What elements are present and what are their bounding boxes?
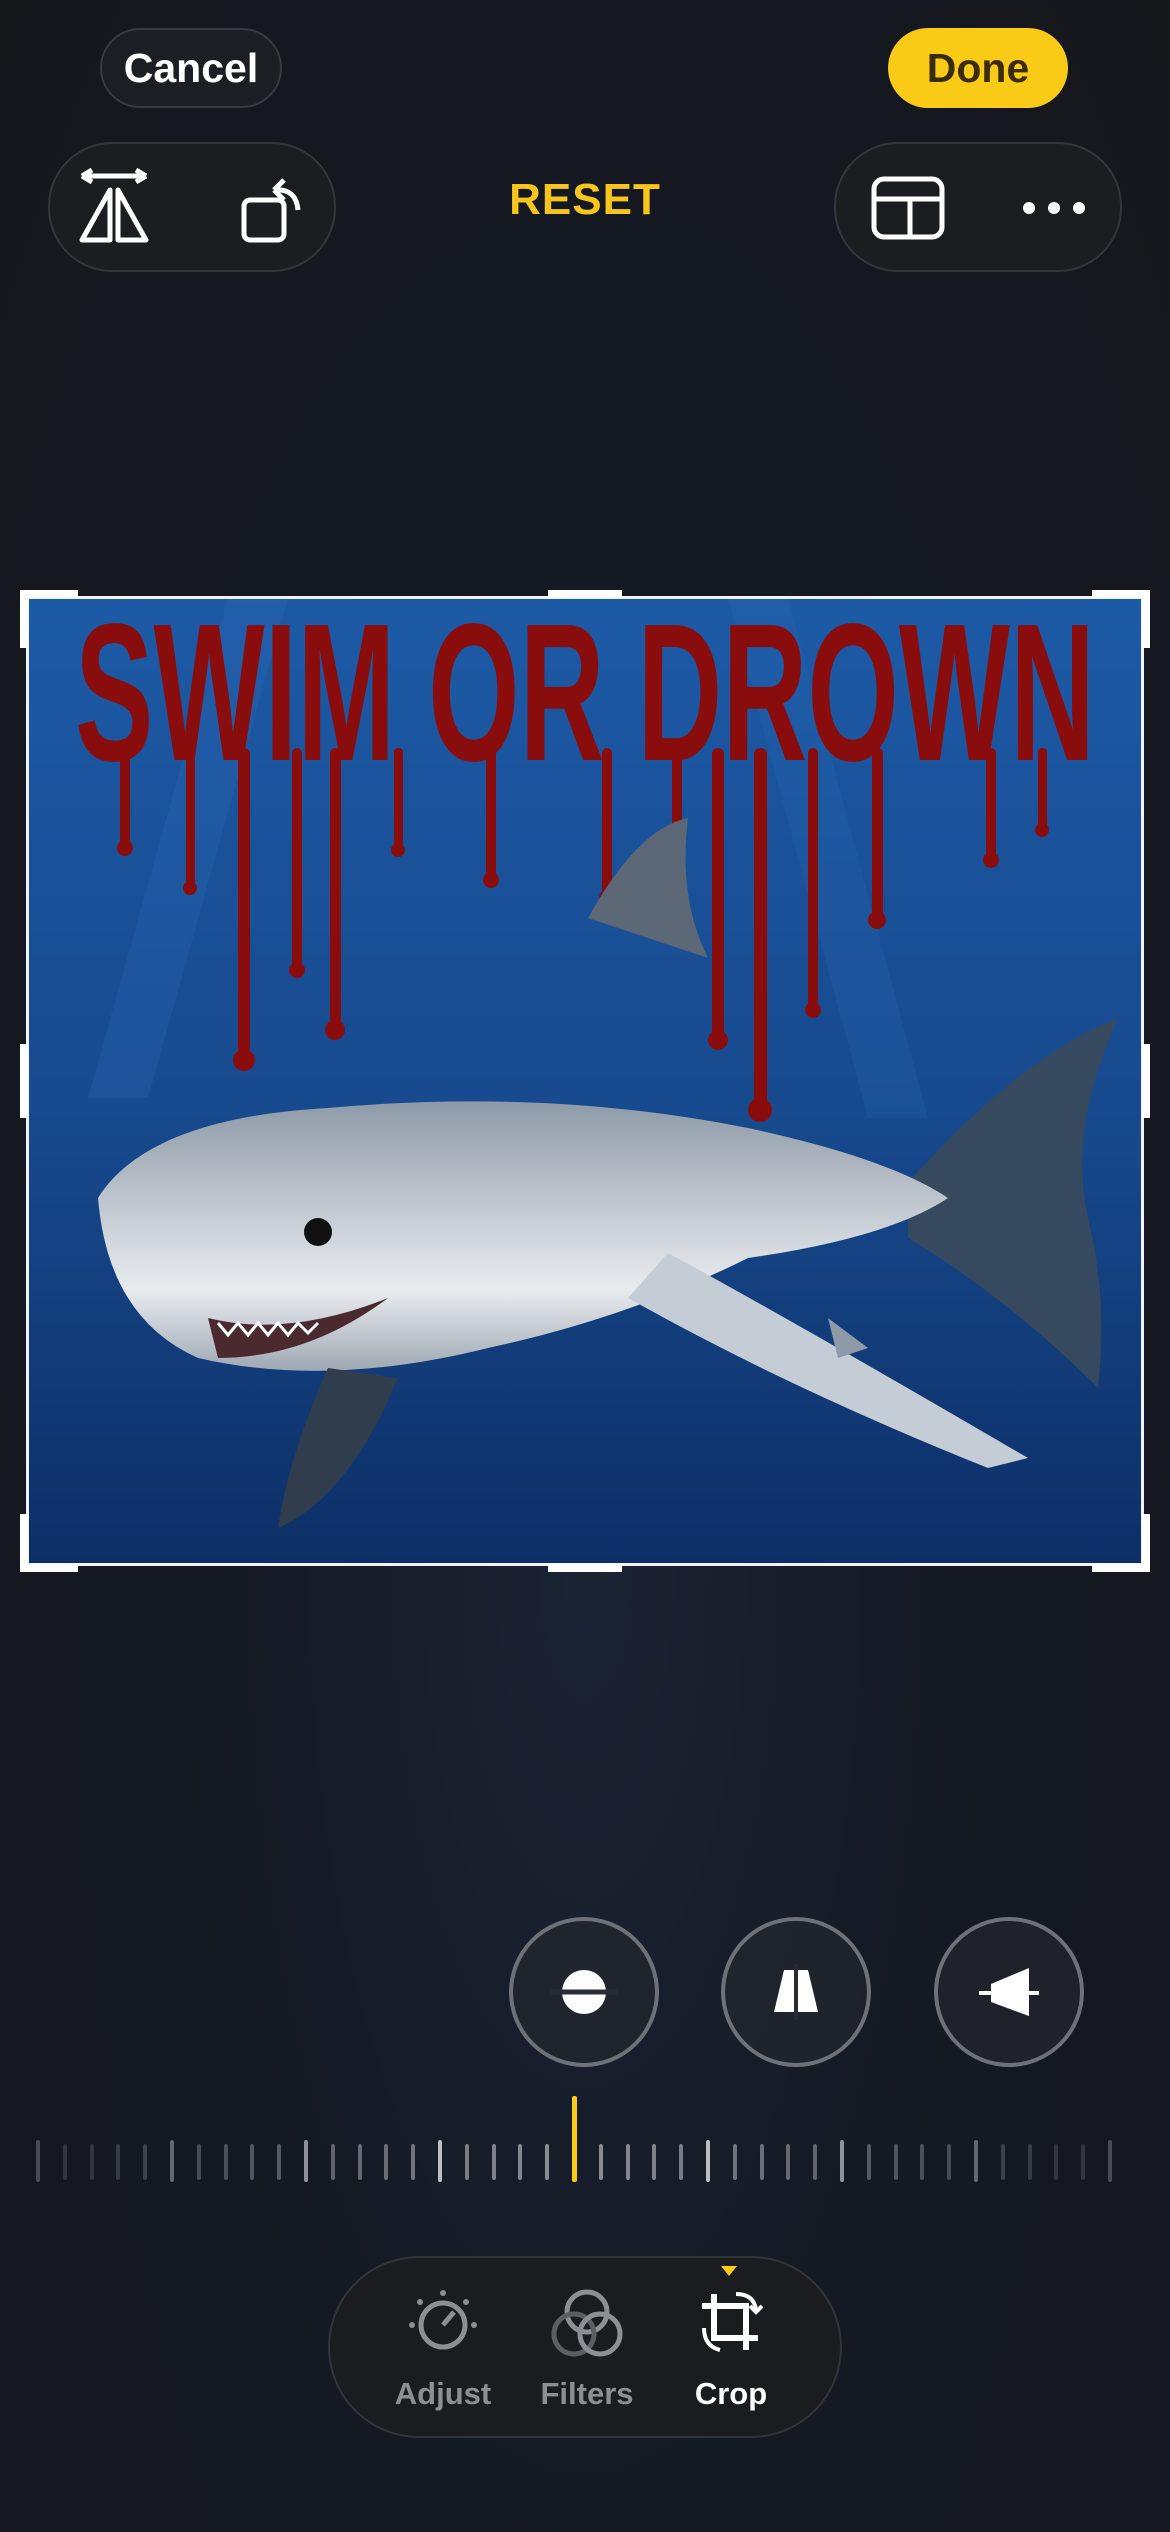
done-button[interactable]: Done bbox=[888, 28, 1068, 108]
dial-tick bbox=[1000, 2144, 1005, 2180]
dial-tick bbox=[491, 2144, 496, 2180]
dial-tick bbox=[545, 2144, 550, 2180]
edit-mode-tabbar: Adjust Filters Crop bbox=[328, 2256, 842, 2438]
crop-handle-right[interactable] bbox=[1142, 1044, 1150, 1118]
more-icon[interactable] bbox=[1004, 158, 1104, 258]
dial-tick bbox=[920, 2144, 925, 2180]
crop-handle-bottom[interactable] bbox=[548, 1564, 622, 1572]
dial-tick bbox=[170, 2140, 174, 2182]
dial-tick bbox=[304, 2140, 308, 2182]
crop-handle-bottom-left[interactable] bbox=[20, 1564, 78, 1572]
dial-tick bbox=[277, 2144, 282, 2180]
dial-tick bbox=[438, 2140, 442, 2182]
rotate-icon[interactable] bbox=[224, 158, 324, 258]
crop-handle-top-left[interactable] bbox=[20, 590, 78, 598]
vertical-perspective-button[interactable] bbox=[721, 1917, 871, 2067]
crop-handle-left[interactable] bbox=[20, 1044, 28, 1118]
dial-tick bbox=[411, 2144, 416, 2180]
dial-tick bbox=[813, 2144, 818, 2180]
dial-tick bbox=[196, 2144, 201, 2180]
dial-tick bbox=[679, 2144, 684, 2180]
dial-tick bbox=[598, 2144, 603, 2180]
cancel-button[interactable]: Cancel bbox=[100, 28, 282, 108]
crop-handle-top[interactable] bbox=[548, 590, 622, 598]
dial-tick bbox=[143, 2144, 148, 2180]
rotation-dial[interactable] bbox=[36, 2096, 1136, 2186]
photo-canvas[interactable]: SWIM OR DROWN bbox=[28, 598, 1142, 1564]
dial-tick bbox=[893, 2144, 898, 2180]
aspect-ratio-icon[interactable] bbox=[858, 158, 958, 258]
dial-tick bbox=[518, 2144, 523, 2180]
filters-icon bbox=[551, 2289, 623, 2357]
tab-adjust-label: Adjust bbox=[394, 2376, 492, 2411]
dial-tick bbox=[759, 2144, 764, 2180]
dial-tick bbox=[1081, 2144, 1086, 2180]
dial-tick bbox=[36, 2140, 40, 2182]
active-tab-indicator-icon bbox=[721, 2266, 737, 2276]
crop-tools-left bbox=[48, 142, 336, 272]
straighten-icon bbox=[551, 1970, 617, 2014]
crop-handle-top-right-v[interactable] bbox=[1142, 590, 1150, 648]
photo-headline: SWIM OR DROWN bbox=[75, 598, 1095, 802]
horizontal-perspective-icon bbox=[979, 1968, 1039, 2016]
horizontal-perspective-button[interactable] bbox=[934, 1917, 1084, 2067]
dial-tick bbox=[1108, 2140, 1112, 2182]
dial-tick bbox=[974, 2140, 978, 2182]
dial-tick bbox=[840, 2140, 844, 2182]
crop-handle-bottom-left-v[interactable] bbox=[20, 1514, 28, 1572]
crop-handle-bottom-right-v[interactable] bbox=[1142, 1514, 1150, 1572]
dial-tick bbox=[706, 2140, 710, 2182]
tab-crop-label: Crop bbox=[694, 2376, 768, 2411]
straighten-button[interactable] bbox=[509, 1917, 659, 2067]
dial-tick bbox=[89, 2144, 94, 2180]
dial-tick bbox=[116, 2144, 121, 2180]
dial-tick bbox=[250, 2144, 255, 2180]
dial-tick bbox=[357, 2144, 362, 2180]
tab-adjust[interactable]: Adjust bbox=[370, 2258, 516, 2438]
dial-tick bbox=[947, 2144, 952, 2180]
tab-filters-label: Filters bbox=[540, 2376, 634, 2411]
dial-tick bbox=[866, 2144, 871, 2180]
crop-handle-top-left-v[interactable] bbox=[20, 590, 28, 648]
dial-tick bbox=[464, 2144, 469, 2180]
adjust-icon bbox=[409, 2290, 477, 2350]
reset-button[interactable]: RESET bbox=[485, 175, 685, 225]
dial-tick bbox=[330, 2144, 335, 2180]
dial-tick bbox=[62, 2144, 67, 2180]
dial-indicator bbox=[572, 2096, 577, 2182]
vertical-perspective-icon bbox=[774, 1964, 818, 2020]
tab-crop[interactable]: Crop bbox=[658, 2258, 804, 2438]
tab-filters[interactable]: Filters bbox=[514, 2258, 660, 2438]
dial-tick bbox=[1054, 2144, 1059, 2180]
dial-tick bbox=[786, 2144, 791, 2180]
crop-tools-right bbox=[834, 142, 1122, 272]
dial-tick bbox=[625, 2144, 630, 2180]
dial-tick bbox=[652, 2144, 657, 2180]
dial-tick bbox=[1027, 2144, 1032, 2180]
crop-icon bbox=[702, 2292, 764, 2352]
dial-tick bbox=[223, 2144, 228, 2180]
dial-tick bbox=[732, 2144, 737, 2180]
dial-tick bbox=[384, 2144, 389, 2180]
flip-horizontal-icon[interactable] bbox=[64, 158, 164, 258]
